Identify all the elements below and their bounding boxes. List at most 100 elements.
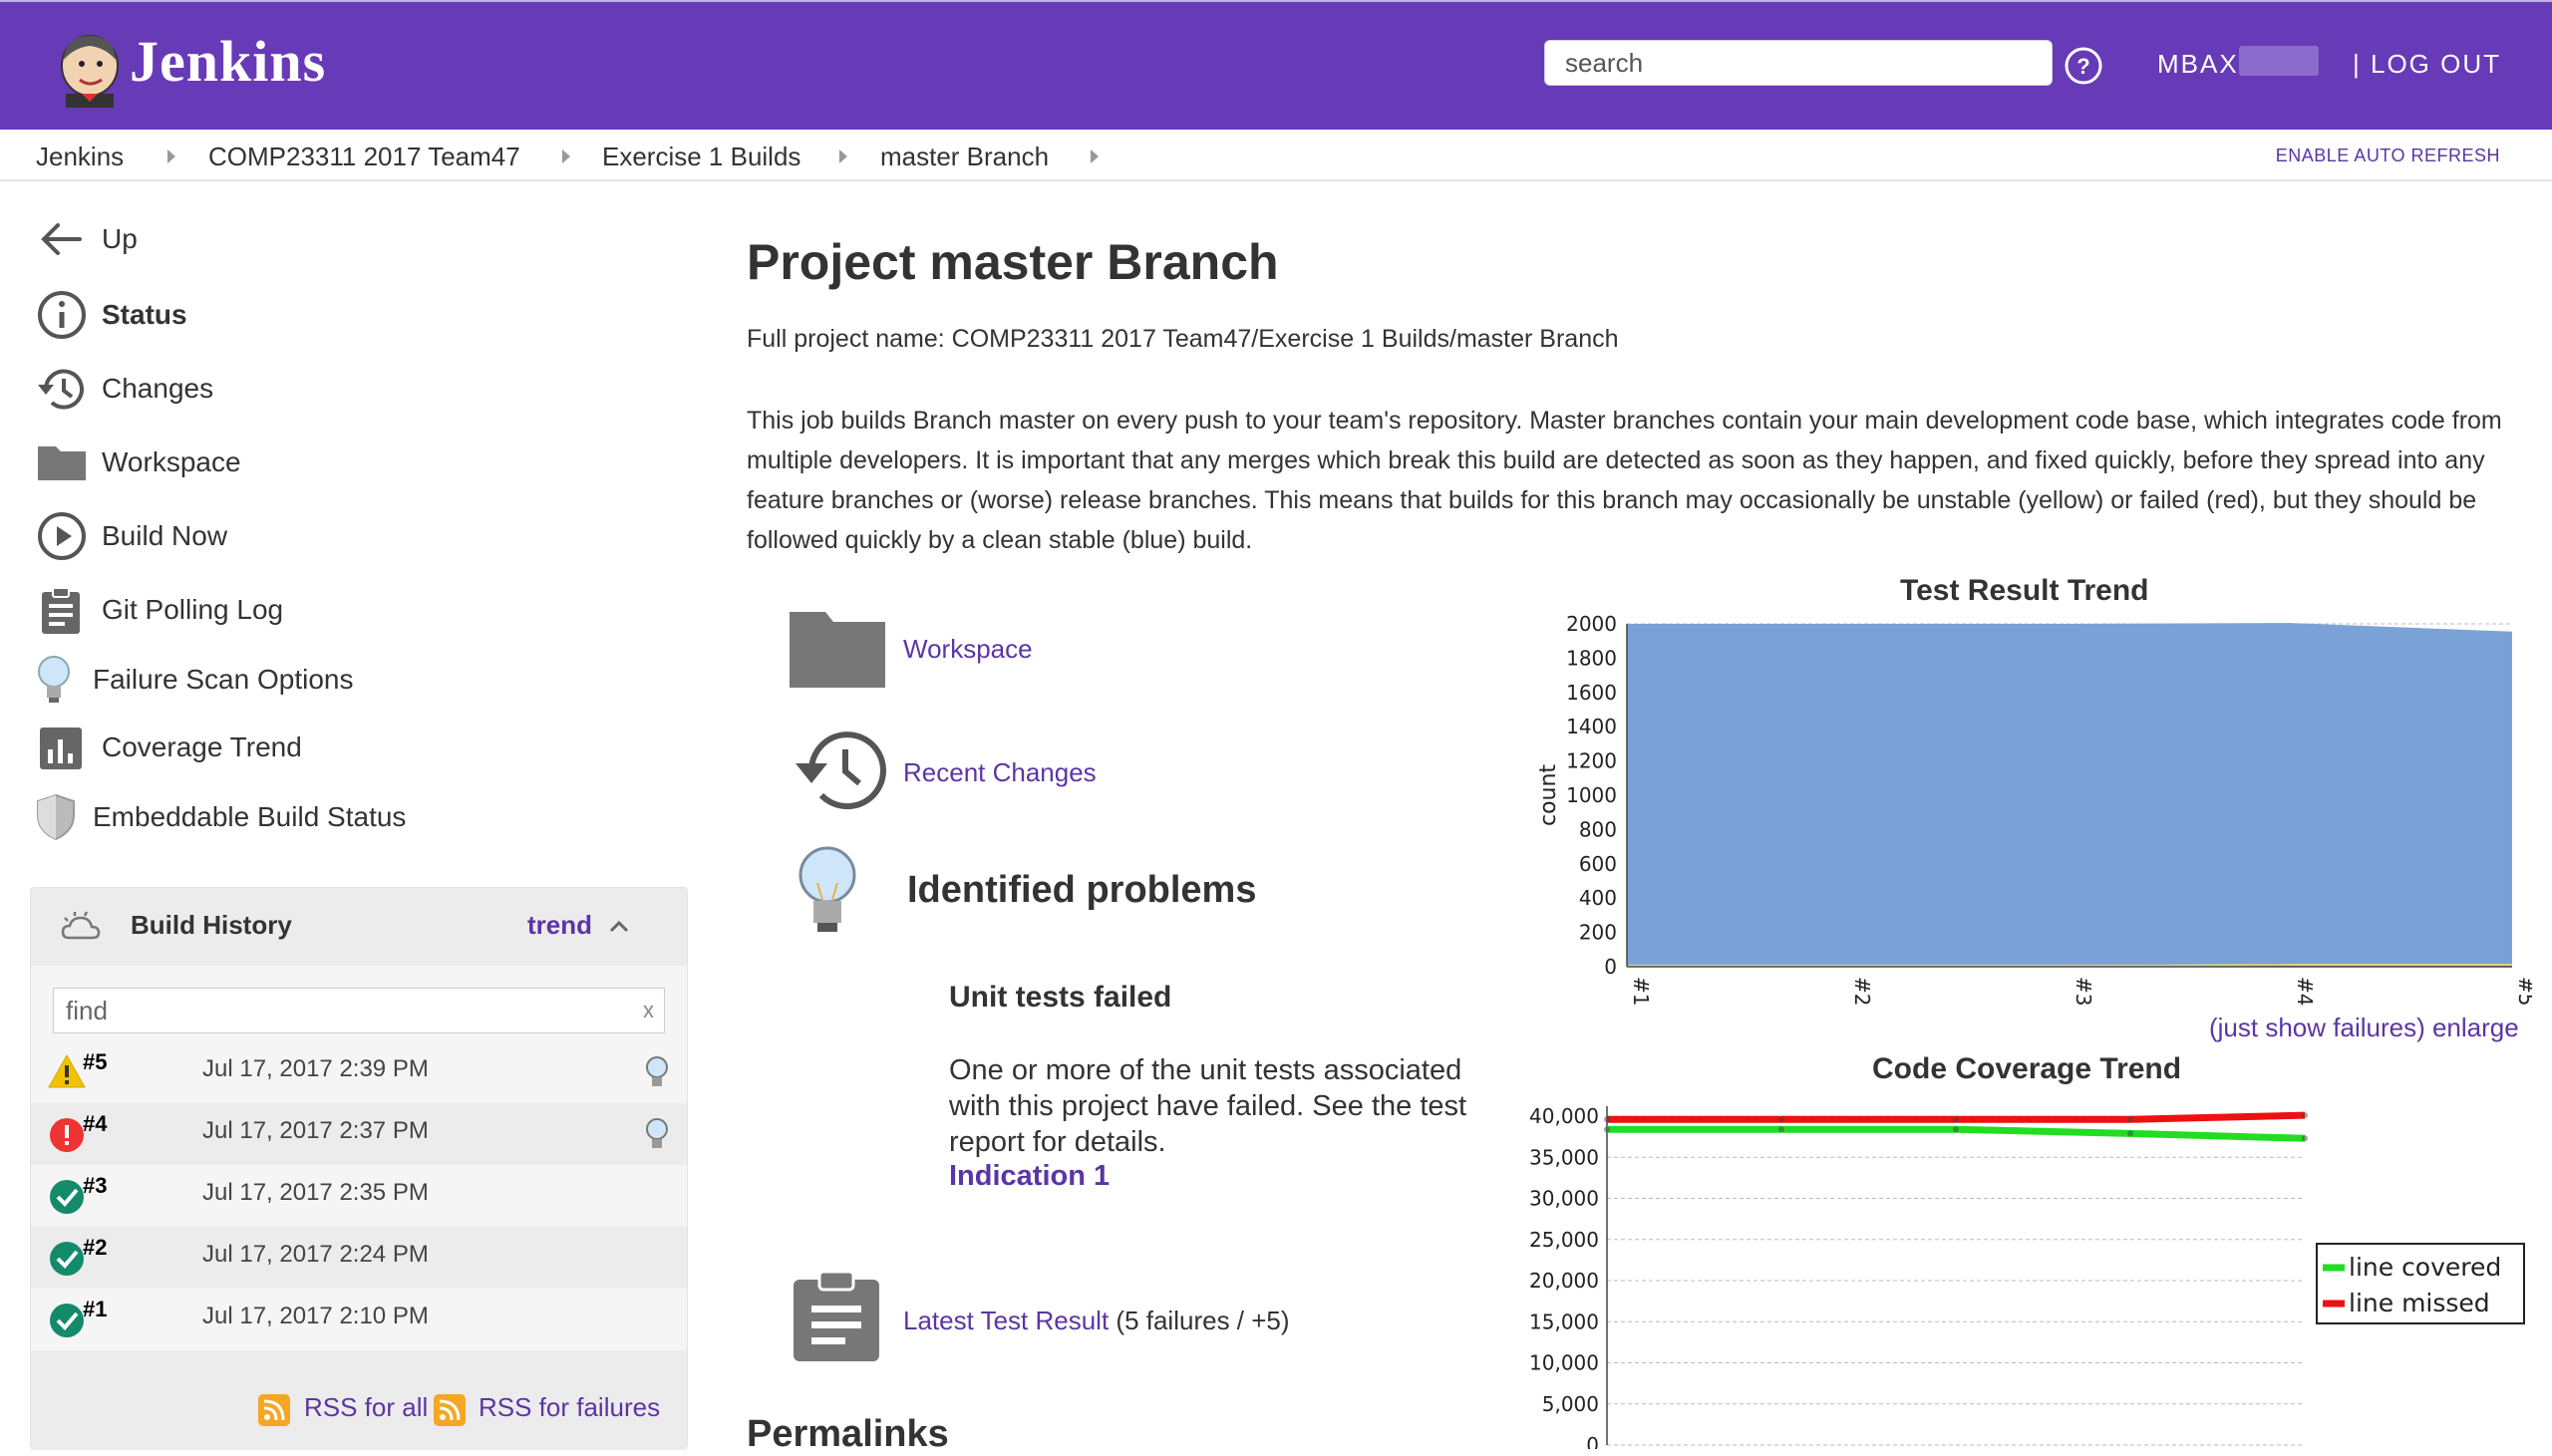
user-name[interactable]: MBAX bbox=[2157, 49, 2239, 80]
y-tick-label: 1200 bbox=[1566, 749, 1617, 773]
legend-label: line covered bbox=[2349, 1253, 2501, 1282]
warning-icon[interactable] bbox=[47, 1051, 87, 1091]
build-row[interactable]: #5 Jul 17, 2017 2:39 PM bbox=[31, 1041, 687, 1103]
x-tick-label: #1 bbox=[1629, 977, 1653, 1006]
search-input[interactable]: search bbox=[1544, 40, 2053, 86]
clipboard-icon[interactable] bbox=[792, 1268, 881, 1363]
success-check-icon[interactable] bbox=[47, 1299, 87, 1338]
shield-icon bbox=[37, 793, 75, 841]
task-label[interactable]: Git Polling Log bbox=[102, 594, 283, 626]
y-tick-label: 1000 bbox=[1566, 783, 1617, 807]
y-tick-label: 2000 bbox=[1566, 612, 1617, 636]
breadcrumb-item[interactable]: Jenkins bbox=[36, 142, 124, 172]
task-label[interactable]: Failure Scan Options bbox=[93, 664, 353, 696]
enable-auto-refresh-link[interactable]: ENABLE AUTO REFRESH bbox=[2276, 146, 2500, 166]
page-title: Project master Branch bbox=[747, 234, 1279, 290]
breadcrumb-arrow-icon[interactable] bbox=[167, 149, 175, 163]
folder-icon[interactable] bbox=[788, 604, 887, 694]
logout-link[interactable]: | LOG OUT bbox=[2353, 49, 2501, 80]
build-filter-input[interactable]: find x bbox=[53, 988, 665, 1033]
full-project-name: Full project name: COMP23311 2017 Team47… bbox=[747, 325, 1619, 353]
workspace-link[interactable]: Workspace bbox=[903, 634, 1033, 665]
recent-changes-link[interactable]: Recent Changes bbox=[903, 757, 1097, 788]
trend-chart-links[interactable]: (just show failures) enlarge bbox=[2209, 1013, 2519, 1043]
build-number[interactable]: #4 bbox=[83, 1111, 107, 1137]
arrow-left-icon bbox=[41, 223, 82, 255]
play-icon bbox=[38, 512, 86, 560]
build-date[interactable]: Jul 17, 2017 2:37 PM bbox=[202, 1117, 429, 1145]
y-axis-label: count bbox=[1536, 764, 1561, 826]
rss-icon[interactable] bbox=[434, 1394, 466, 1426]
breadcrumb-arrow-icon[interactable] bbox=[1091, 149, 1099, 163]
breadcrumb-item[interactable]: COMP23311 2017 Team47 bbox=[208, 142, 520, 172]
data-point bbox=[1953, 1126, 1959, 1133]
build-number[interactable]: #3 bbox=[83, 1173, 107, 1199]
y-tick-label: 400 bbox=[1579, 886, 1617, 910]
test-result-trend-chart[interactable]: 0 200 400 600 800 1000 1200 1400 1600 1800 2000 #1 #… bbox=[1515, 606, 2532, 1015]
task-label[interactable]: Coverage Trend bbox=[102, 731, 302, 763]
build-history-panel: Build History trend find x #5 Jul 17, 20… bbox=[30, 887, 688, 1450]
history-icon bbox=[38, 369, 84, 410]
success-check-icon[interactable] bbox=[47, 1237, 87, 1277]
task-label[interactable]: Status bbox=[102, 299, 187, 331]
clear-filter-button[interactable]: x bbox=[643, 989, 654, 1032]
rss-failures-link[interactable]: RSS for failures bbox=[478, 1392, 660, 1423]
chart-title: Test Result Trend bbox=[1900, 574, 2149, 607]
data-point bbox=[1778, 1126, 1784, 1133]
data-point bbox=[2302, 1112, 2308, 1119]
build-history-header: Build History trend bbox=[31, 888, 687, 966]
breadcrumb-arrow-icon[interactable] bbox=[562, 149, 570, 163]
build-row[interactable]: #1 Jul 17, 2017 2:10 PM bbox=[31, 1289, 687, 1350]
y-tick-label: 800 bbox=[1579, 817, 1617, 841]
folder-icon bbox=[38, 446, 86, 480]
rss-all-link[interactable]: RSS for all bbox=[304, 1392, 428, 1423]
task-label[interactable]: Changes bbox=[102, 373, 213, 405]
lightbulb-icon bbox=[38, 656, 70, 703]
y-tick-label: 15,000 bbox=[1529, 1310, 1599, 1333]
history-icon[interactable] bbox=[788, 726, 887, 815]
build-number[interactable]: #2 bbox=[83, 1235, 107, 1261]
chevron-up-icon[interactable] bbox=[607, 916, 631, 936]
task-label[interactable]: Up bbox=[102, 223, 138, 255]
code-coverage-trend-chart[interactable]: 0 5,000 10,000 15,000 20,000 25,000 30,000 35,0… bbox=[1515, 1084, 2532, 1449]
build-date[interactable]: Jul 17, 2017 2:35 PM bbox=[202, 1179, 429, 1207]
build-date[interactable]: Jul 17, 2017 2:24 PM bbox=[202, 1241, 429, 1269]
task-label[interactable]: Embeddable Build Status bbox=[93, 801, 406, 833]
lightbulb-icon[interactable] bbox=[643, 1117, 671, 1153]
y-tick-label: 30,000 bbox=[1529, 1187, 1599, 1211]
build-row[interactable]: #4 Jul 17, 2017 2:37 PM bbox=[31, 1103, 687, 1165]
breadcrumb-item[interactable]: master Branch bbox=[880, 142, 1049, 172]
data-point bbox=[1953, 1116, 1959, 1123]
clipboard-icon bbox=[42, 587, 80, 634]
indication-link[interactable]: Indication 1 bbox=[949, 1160, 1110, 1193]
build-row[interactable]: #3 Jul 17, 2017 2:35 PM bbox=[31, 1165, 687, 1227]
lightbulb-icon[interactable] bbox=[643, 1055, 671, 1091]
data-point bbox=[2127, 1116, 2133, 1123]
build-number[interactable]: #1 bbox=[83, 1297, 107, 1322]
build-date[interactable]: Jul 17, 2017 2:10 PM bbox=[202, 1303, 429, 1330]
task-label[interactable]: Build Now bbox=[102, 520, 227, 552]
help-icon[interactable]: ? bbox=[2064, 46, 2103, 86]
rss-icon[interactable] bbox=[258, 1394, 290, 1426]
latest-test-result-link[interactable]: Latest Test Result bbox=[903, 1306, 1109, 1335]
x-tick-label: #4 bbox=[2293, 977, 2317, 1006]
task-label[interactable]: Workspace bbox=[102, 446, 241, 478]
trend-link[interactable]: trend bbox=[527, 910, 592, 941]
breadcrumb-arrow-icon[interactable] bbox=[839, 149, 847, 163]
build-history-title: Build History bbox=[131, 910, 292, 940]
y-tick-label: 1800 bbox=[1566, 646, 1617, 670]
jenkins-logo-icon[interactable] bbox=[52, 30, 127, 110]
unit-tests-failed-text: One or more of the unit tests associated… bbox=[949, 1054, 1467, 1158]
y-tick-label: 1400 bbox=[1566, 715, 1617, 738]
brand-name[interactable]: Jenkins bbox=[130, 28, 326, 95]
y-tick-label: 0 bbox=[1604, 955, 1617, 979]
breadcrumb: Jenkins COMP23311 2017 Team47 Exercise 1… bbox=[0, 130, 2552, 181]
build-date[interactable]: Jul 17, 2017 2:39 PM bbox=[202, 1055, 429, 1083]
error-icon[interactable] bbox=[47, 1113, 87, 1153]
bar-chart-icon bbox=[40, 728, 82, 769]
success-check-icon[interactable] bbox=[47, 1175, 87, 1215]
y-tick-label: 5,000 bbox=[1542, 1392, 1599, 1416]
build-number[interactable]: #5 bbox=[83, 1049, 107, 1075]
build-row[interactable]: #2 Jul 17, 2017 2:24 PM bbox=[31, 1227, 687, 1289]
breadcrumb-item[interactable]: Exercise 1 Builds bbox=[602, 142, 800, 172]
